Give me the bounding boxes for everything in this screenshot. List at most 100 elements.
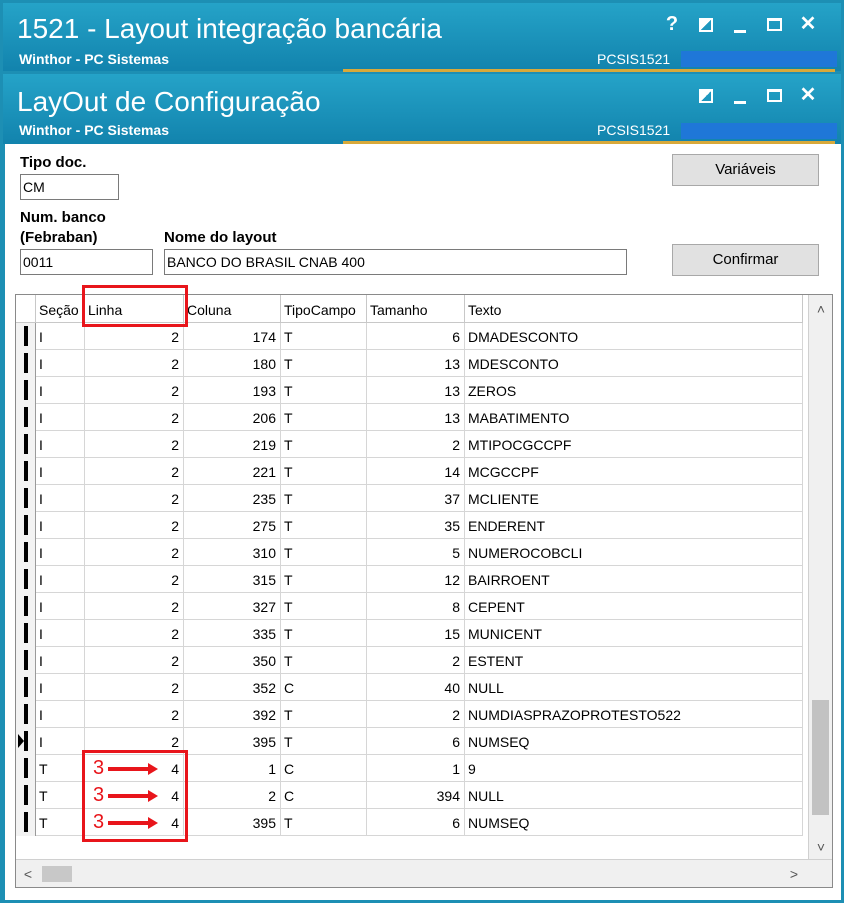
table-cell[interactable]: 35 — [367, 512, 465, 539]
table-cell[interactable]: I — [36, 647, 85, 674]
table-row[interactable]: I 2 392 T 2 NUMDIASPRAZOPROTESTO522 — [16, 701, 803, 728]
close-icon[interactable]: ✕ — [791, 11, 825, 37]
table-row[interactable]: I 2 174 T 6 DMADESCONTO — [16, 323, 803, 350]
row-indicator[interactable] — [16, 458, 36, 485]
maximize-icon[interactable] — [757, 82, 791, 108]
row-indicator[interactable] — [16, 593, 36, 620]
table-cell[interactable]: T — [281, 323, 367, 350]
row-indicator[interactable] — [16, 566, 36, 593]
table-cell[interactable]: 2 — [85, 404, 184, 431]
table-cell[interactable]: T — [36, 755, 85, 782]
table-cell[interactable]: 6 — [367, 323, 465, 350]
table-cell[interactable]: MUNICENT — [465, 620, 803, 647]
table-row[interactable]: I 2 350 T 2 ESTENT — [16, 647, 803, 674]
table-cell[interactable]: 2 — [85, 647, 184, 674]
table-cell[interactable]: 37 — [367, 485, 465, 512]
minimize-icon[interactable] — [723, 11, 757, 37]
table-cell[interactable]: I — [36, 377, 85, 404]
table-cell[interactable]: 392 — [184, 701, 281, 728]
table-cell[interactable]: T — [281, 593, 367, 620]
table-cell[interactable]: 327 — [184, 593, 281, 620]
row-indicator[interactable] — [16, 755, 36, 782]
table-cell[interactable]: 180 — [184, 350, 281, 377]
grid-column-header[interactable]: Coluna — [184, 295, 281, 323]
table-cell[interactable]: 219 — [184, 431, 281, 458]
table-cell[interactable]: 2 — [184, 782, 281, 809]
row-indicator[interactable] — [16, 431, 36, 458]
table-cell[interactable]: I — [36, 674, 85, 701]
table-cell[interactable]: 352 — [184, 674, 281, 701]
table-cell[interactable]: C — [281, 755, 367, 782]
table-cell[interactable]: ZEROS — [465, 377, 803, 404]
table-cell[interactable]: T — [281, 458, 367, 485]
table-cell[interactable]: I — [36, 620, 85, 647]
table-cell[interactable]: T — [281, 647, 367, 674]
table-cell[interactable]: 2 — [85, 431, 184, 458]
table-cell[interactable]: C — [281, 782, 367, 809]
table-row[interactable]: I 2 235 T 37 MCLIENTE — [16, 485, 803, 512]
table-cell[interactable]: NULL — [465, 674, 803, 701]
vertical-scrollbar[interactable]: ˄ ˅ — [808, 295, 832, 861]
table-cell[interactable]: NUMDIASPRAZOPROTESTO522 — [465, 701, 803, 728]
row-indicator[interactable] — [16, 674, 36, 701]
table-cell[interactable]: 13 — [367, 377, 465, 404]
row-indicator[interactable] — [16, 323, 36, 350]
table-cell[interactable]: I — [36, 728, 85, 755]
row-indicator[interactable] — [16, 809, 36, 836]
table-cell[interactable]: T — [281, 809, 367, 836]
table-cell[interactable]: 2 — [367, 431, 465, 458]
table-row[interactable]: I 2 221 T 14 MCGCCPF — [16, 458, 803, 485]
table-cell[interactable]: MABATIMENTO — [465, 404, 803, 431]
minimize-icon[interactable] — [723, 82, 757, 108]
table-cell[interactable]: 310 — [184, 539, 281, 566]
dialog-titlebar[interactable]: LayOut de Configuração Winthor - PC Sist… — [3, 74, 841, 144]
row-indicator[interactable] — [16, 377, 36, 404]
table-cell[interactable]: MCGCCPF — [465, 458, 803, 485]
table-cell[interactable]: T — [281, 728, 367, 755]
table-cell[interactable]: T — [281, 350, 367, 377]
table-cell[interactable]: 2 — [85, 701, 184, 728]
table-cell[interactable]: 15 — [367, 620, 465, 647]
nome-layout-field[interactable]: BANCO DO BRASIL CNAB 400 — [164, 249, 627, 275]
table-cell[interactable]: ENDERENT — [465, 512, 803, 539]
scroll-left-icon[interactable]: < — [16, 866, 40, 882]
table-cell[interactable]: T — [281, 512, 367, 539]
table-cell[interactable]: 2 — [85, 566, 184, 593]
table-cell[interactable]: T — [281, 539, 367, 566]
table-cell[interactable]: 9 — [465, 755, 803, 782]
main-window-titlebar[interactable]: 1521 - Layout integração bancária Wintho… — [3, 3, 841, 72]
table-cell[interactable]: 2 — [85, 512, 184, 539]
row-indicator[interactable] — [16, 350, 36, 377]
table-cell[interactable]: 174 — [184, 323, 281, 350]
table-row[interactable]: I 2 193 T 13 ZEROS — [16, 377, 803, 404]
table-cell[interactable]: 1 — [184, 755, 281, 782]
table-cell[interactable]: CEPENT — [465, 593, 803, 620]
table-cell[interactable]: T — [281, 620, 367, 647]
table-cell[interactable]: BAIRROENT — [465, 566, 803, 593]
row-indicator[interactable] — [16, 539, 36, 566]
table-cell[interactable]: T — [281, 701, 367, 728]
table-cell[interactable]: T — [281, 485, 367, 512]
table-cell[interactable]: MCLIENTE — [465, 485, 803, 512]
table-cell[interactable]: I — [36, 539, 85, 566]
row-indicator[interactable] — [16, 647, 36, 674]
table-cell[interactable]: 2 — [85, 620, 184, 647]
table-cell[interactable]: 2 — [85, 485, 184, 512]
table-cell[interactable]: NUMSEQ — [465, 809, 803, 836]
table-cell[interactable]: I — [36, 458, 85, 485]
table-cell[interactable]: 395 — [184, 809, 281, 836]
table-cell[interactable]: I — [36, 431, 85, 458]
grid-column-header[interactable]: Tamanho — [367, 295, 465, 323]
table-row[interactable]: I 2 206 T 13 MABATIMENTO — [16, 404, 803, 431]
help-icon[interactable]: ? — [655, 11, 689, 37]
vertical-scroll-thumb[interactable] — [812, 700, 829, 815]
table-cell[interactable]: 2 — [367, 647, 465, 674]
table-row[interactable]: I 2 180 T 13 MDESCONTO — [16, 350, 803, 377]
horizontal-scrollbar[interactable]: < > — [16, 859, 832, 887]
grid-column-header[interactable]: Seção — [36, 295, 85, 323]
row-indicator[interactable] — [16, 782, 36, 809]
table-cell[interactable]: T — [281, 431, 367, 458]
table-cell[interactable]: 14 — [367, 458, 465, 485]
table-cell[interactable]: 13 — [367, 404, 465, 431]
tipo-doc-field[interactable]: CM — [20, 174, 119, 200]
